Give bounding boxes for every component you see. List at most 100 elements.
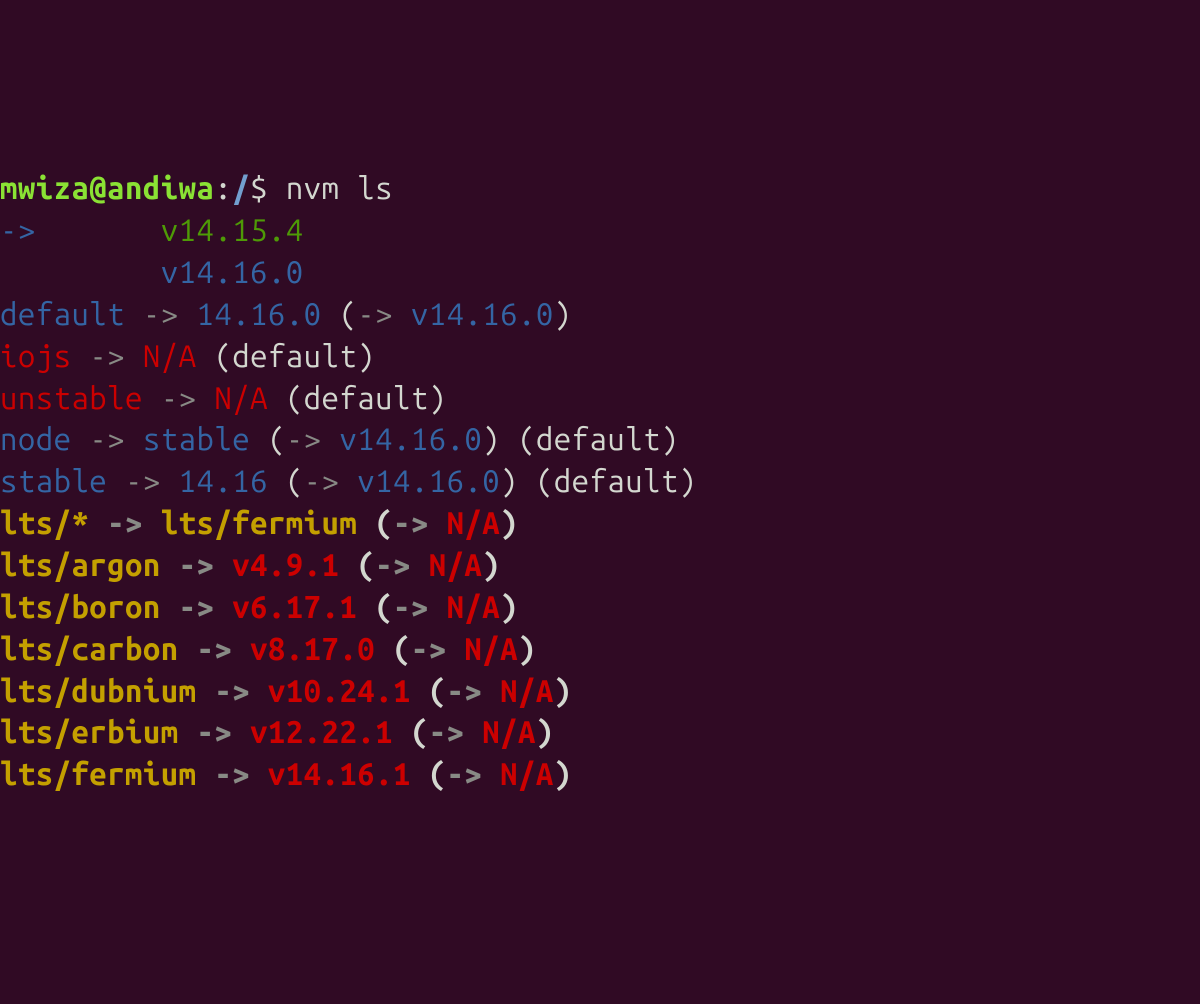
alias-unstable: unstable — [0, 380, 143, 415]
paren-close: ) — [500, 463, 518, 498]
output-line-node: node -> stable (-> v14.16.0) (default) — [0, 418, 1200, 460]
target-version: v8.17.0 — [250, 631, 375, 666]
prompt-path: / — [232, 170, 250, 205]
user-host: mwiza@andiwa — [0, 170, 214, 205]
resolved-version: v14.16.0 — [339, 421, 482, 456]
default-suffix: (default) — [197, 338, 376, 373]
paren-close: ) — [482, 547, 500, 582]
paren-open: ( — [322, 296, 358, 331]
alias-lts-carbon: lts/carbon — [0, 631, 179, 666]
inner-arrow-icon: -> — [447, 756, 501, 791]
alias-iojs: iojs — [0, 338, 71, 373]
resolved-na: N/A — [500, 673, 554, 708]
output-line-lts-boron: lts/boron -> v6.17.1 (-> N/A) — [0, 586, 1200, 628]
inner-arrow-icon: -> — [393, 505, 447, 540]
output-line-unstable: unstable -> N/A (default) — [0, 377, 1200, 419]
alias-lts-erbium: lts/erbium — [0, 714, 179, 749]
paren-open: ( — [268, 463, 304, 498]
target-version: v14.16.1 — [268, 756, 411, 791]
paren-close: ) — [482, 421, 500, 456]
target-version: v4.9.1 — [232, 547, 339, 582]
paren-close: ) — [518, 631, 536, 666]
inner-arrow-icon: -> — [429, 714, 483, 749]
target-stable: stable — [143, 421, 250, 456]
paren-close: ) — [554, 756, 572, 791]
arrow-icon: -> — [179, 714, 250, 749]
resolved-na: N/A — [447, 589, 501, 624]
output-line-lts-carbon: lts/carbon -> v8.17.0 (-> N/A) — [0, 628, 1200, 670]
inner-arrow-icon: -> — [304, 463, 358, 498]
target-version: v12.22.1 — [250, 714, 393, 749]
paren-open: ( — [375, 631, 411, 666]
resolved-version: v14.16.0 — [357, 463, 500, 498]
output-line-iojs: iojs -> N/A (default) — [0, 335, 1200, 377]
resolved-na: N/A — [447, 505, 501, 540]
alias-default: default — [0, 296, 125, 331]
target-version: 14.16 — [179, 463, 268, 498]
inner-arrow-icon: -> — [375, 547, 429, 582]
output-line-lts-erbium: lts/erbium -> v12.22.1 (-> N/A) — [0, 711, 1200, 753]
alias-node: node — [0, 421, 71, 456]
arrow-icon: -> — [196, 673, 267, 708]
resolved-na: N/A — [482, 714, 536, 749]
inner-arrow-icon: -> — [393, 589, 447, 624]
output-line-2: v14.16.0 — [0, 251, 1200, 293]
target-na: N/A — [143, 338, 197, 373]
alias-lts-boron: lts/boron — [0, 589, 161, 624]
inner-arrow-icon: -> — [411, 631, 465, 666]
version-installed: v14.16.0 — [161, 254, 304, 289]
arrow-icon: -> — [107, 463, 178, 498]
output-line-lts-argon: lts/argon -> v4.9.1 (-> N/A) — [0, 544, 1200, 586]
inner-arrow-icon: -> — [357, 296, 411, 331]
default-suffix: (default) — [518, 463, 697, 498]
paren-open: ( — [357, 589, 393, 624]
arrow-icon: -> — [196, 756, 267, 791]
target-lts-fermium: lts/fermium — [161, 505, 357, 540]
alias-lts-star: lts/* — [0, 505, 89, 540]
arrow-icon: -> — [161, 589, 232, 624]
alias-lts-fermium: lts/fermium — [0, 756, 196, 791]
inner-arrow-icon: -> — [286, 421, 340, 456]
resolved-na: N/A — [464, 631, 518, 666]
arrow-icon: -> — [71, 338, 142, 373]
target-version: 14.16.0 — [196, 296, 321, 331]
paren-open: ( — [411, 756, 447, 791]
output-line-lts-star: lts/* -> lts/fermium (-> N/A) — [0, 502, 1200, 544]
arrow-icon: -> — [71, 421, 142, 456]
output-line-1: -> v14.15.4 — [0, 209, 1200, 251]
alias-lts-argon: lts/argon — [0, 547, 161, 582]
paren-close: ) — [554, 296, 572, 331]
paren-open: ( — [411, 673, 447, 708]
current-arrow: -> — [0, 212, 36, 247]
arrow-icon: -> — [125, 296, 196, 331]
resolved-na: N/A — [429, 547, 483, 582]
resolved-na: N/A — [500, 756, 554, 791]
paren-open: ( — [393, 714, 429, 749]
resolved-version: v14.16.0 — [411, 296, 554, 331]
arrow-icon: -> — [143, 380, 214, 415]
output-line-lts-dubnium: lts/dubnium -> v10.24.1 (-> N/A) — [0, 670, 1200, 712]
alias-stable: stable — [0, 463, 107, 498]
target-na: N/A — [214, 380, 268, 415]
terminal-window[interactable]: mwiza@andiwa:/$ nvm ls-> v14.15.4 v14.16… — [0, 167, 1200, 795]
paren-close: ) — [500, 505, 518, 540]
prompt-dollar: $ — [250, 170, 286, 205]
command-text: nvm ls — [286, 170, 393, 205]
paren-open: ( — [250, 421, 286, 456]
paren-close: ) — [536, 714, 554, 749]
output-line-default: default -> 14.16.0 (-> v14.16.0) — [0, 293, 1200, 335]
paren-close: ) — [500, 589, 518, 624]
default-suffix: (default) — [268, 380, 447, 415]
paren-open: ( — [339, 547, 375, 582]
paren-open: ( — [357, 505, 393, 540]
output-line-lts-fermium: lts/fermium -> v14.16.1 (-> N/A) — [0, 753, 1200, 795]
inner-arrow-icon: -> — [447, 673, 501, 708]
output-line-stable: stable -> 14.16 (-> v14.16.0) (default) — [0, 460, 1200, 502]
target-version: v10.24.1 — [268, 673, 411, 708]
default-suffix: (default) — [500, 421, 679, 456]
arrow-icon: -> — [89, 505, 160, 540]
spaces — [36, 212, 161, 247]
target-version: v6.17.1 — [232, 589, 357, 624]
paren-close: ) — [554, 673, 572, 708]
prompt-line: mwiza@andiwa:/$ nvm ls — [0, 167, 1200, 209]
